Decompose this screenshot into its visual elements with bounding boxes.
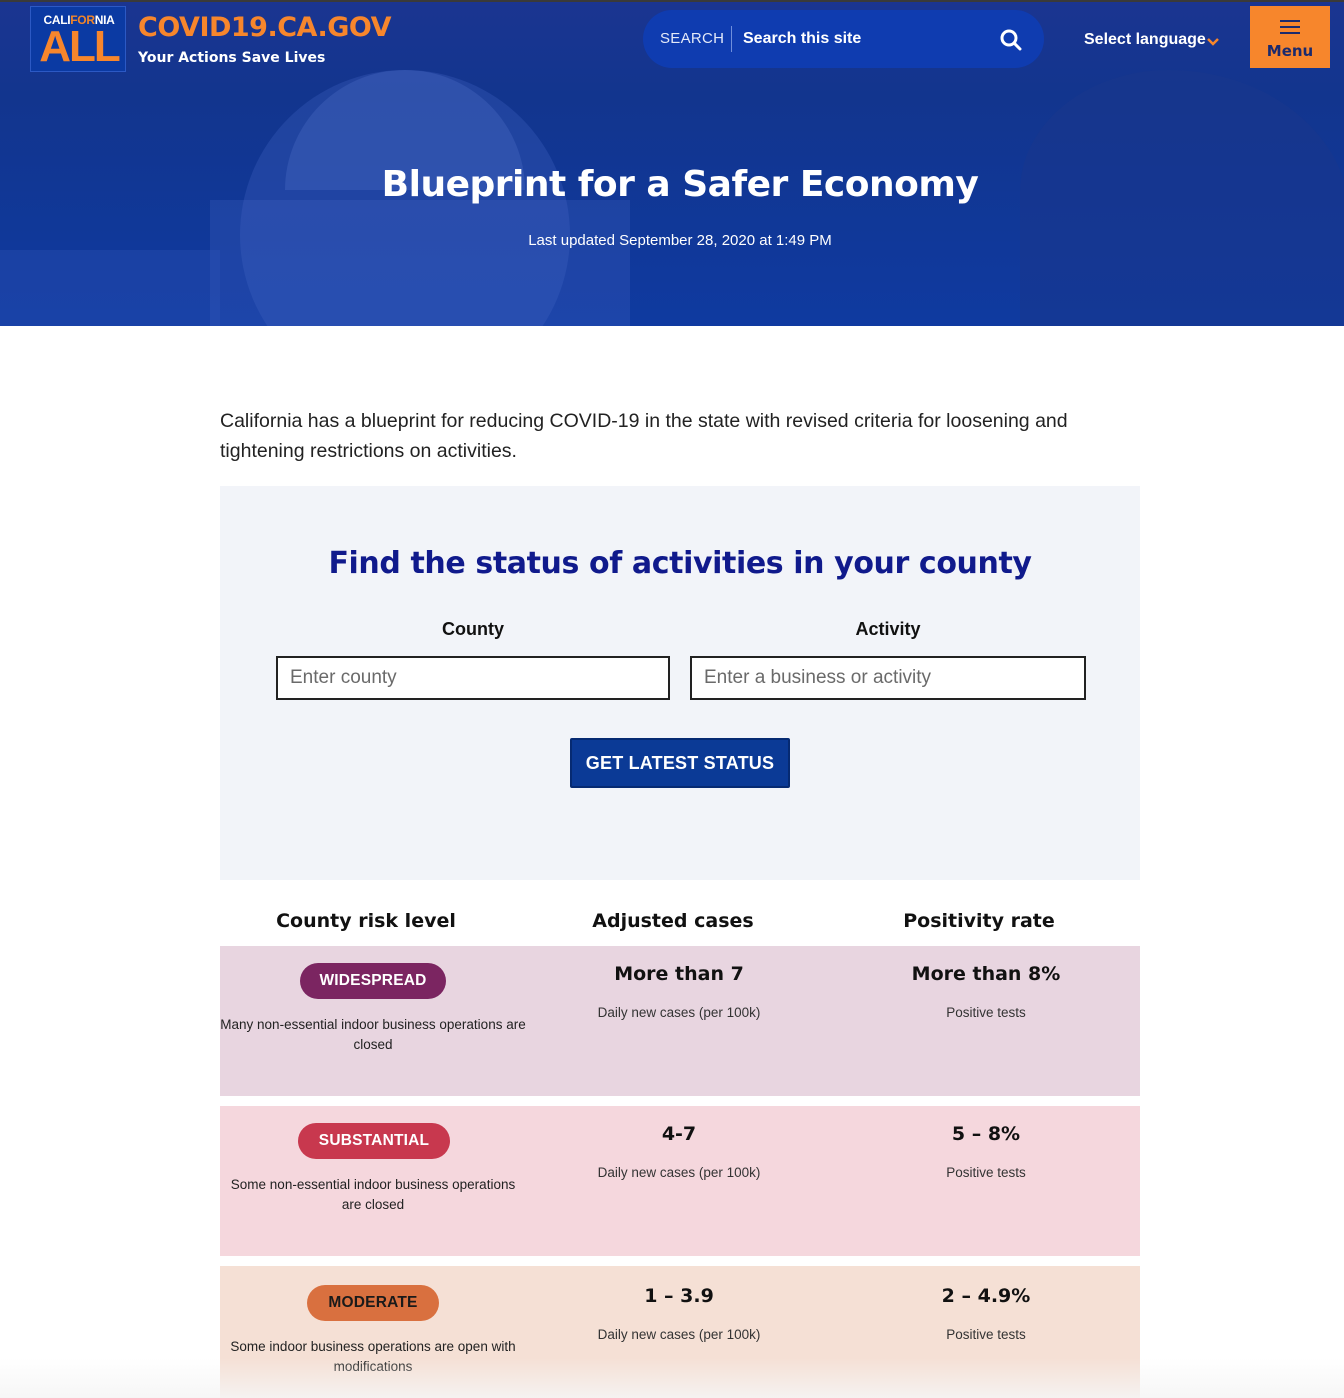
intro-paragraph: California has a blueprint for reducing … xyxy=(220,410,1068,462)
hero-header: CALIFORNIA ALL COVID19.CA.GOV Your Actio… xyxy=(0,0,1344,326)
cases-subtext: Daily new cases (per 100k) xyxy=(597,1327,761,1342)
chevron-down-icon xyxy=(1206,35,1220,47)
hamburger-icon xyxy=(1280,20,1300,34)
language-selector[interactable]: Select language xyxy=(1084,31,1219,49)
california-all-logo[interactable]: CALIFORNIA ALL xyxy=(30,6,126,72)
logo-all-text: ALL xyxy=(39,22,121,71)
cases-subtext: Daily new cases (per 100k) xyxy=(597,1005,761,1020)
moderate-badge: MODERATE xyxy=(307,1285,439,1321)
background-building-image xyxy=(0,250,220,326)
header-county-risk-level: County risk level xyxy=(276,910,456,932)
positivity-subtext: Positive tests xyxy=(946,1165,1026,1180)
page-title: Blueprint for a Safer Economy xyxy=(381,164,979,205)
activity-input[interactable] xyxy=(690,656,1086,700)
search-icon[interactable] xyxy=(999,28,1023,52)
menu-label: Menu xyxy=(1266,42,1314,60)
county-input[interactable] xyxy=(276,656,670,700)
header-positivity-rate: Positivity rate xyxy=(903,910,1055,932)
tier-row-widespread: WIDESPREAD Many non-essential indoor bus… xyxy=(220,946,1140,1096)
site-tagline: Your Actions Save Lives xyxy=(138,50,326,66)
tier-description: Some non-essential indoor business opera… xyxy=(230,1177,516,1212)
positivity-value: 5 – 8% xyxy=(951,1123,1021,1145)
language-label: Select language xyxy=(1084,31,1206,48)
site-title[interactable]: COVID19.CA.GOV xyxy=(138,12,391,43)
get-latest-status-button[interactable]: GET LATEST STATUS xyxy=(570,738,790,788)
search-input[interactable] xyxy=(743,24,983,54)
cases-subtext: Daily new cases (per 100k) xyxy=(597,1165,761,1180)
positivity-value: More than 8% xyxy=(911,963,1061,985)
menu-button[interactable]: Menu xyxy=(1250,6,1330,68)
bottom-fade xyxy=(0,1358,1344,1398)
last-updated: Last updated September 28, 2020 at 1:49 … xyxy=(528,232,832,249)
widespread-badge: WIDESPREAD xyxy=(300,963,446,999)
positivity-subtext: Positive tests xyxy=(946,1327,1026,1342)
cases-value: 1 – 3.9 xyxy=(644,1285,714,1307)
substantial-badge: SUBSTANTIAL xyxy=(298,1123,450,1159)
capitol-building-image xyxy=(210,200,630,326)
county-activity-finder: Find the status of activities in your co… xyxy=(220,486,1140,880)
search-bar: SEARCH xyxy=(643,10,1044,68)
positivity-value: 2 – 4.9% xyxy=(941,1285,1031,1307)
activity-label: Activity xyxy=(855,619,921,639)
cases-value: More than 7 xyxy=(614,963,744,985)
positivity-subtext: Positive tests xyxy=(946,1005,1026,1020)
county-label: County xyxy=(442,619,504,639)
header-adjusted-cases: Adjusted cases xyxy=(592,910,754,932)
finder-title: Find the status of activities in your co… xyxy=(328,546,1032,581)
search-divider xyxy=(731,26,732,52)
search-label: SEARCH xyxy=(660,30,725,47)
tier-row-substantial: SUBSTANTIAL Some non-essential indoor bu… xyxy=(220,1106,1140,1256)
cases-value: 4-7 xyxy=(661,1123,697,1145)
top-border xyxy=(0,0,1344,2)
tier-description: Many non-essential indoor business opera… xyxy=(220,1017,526,1052)
